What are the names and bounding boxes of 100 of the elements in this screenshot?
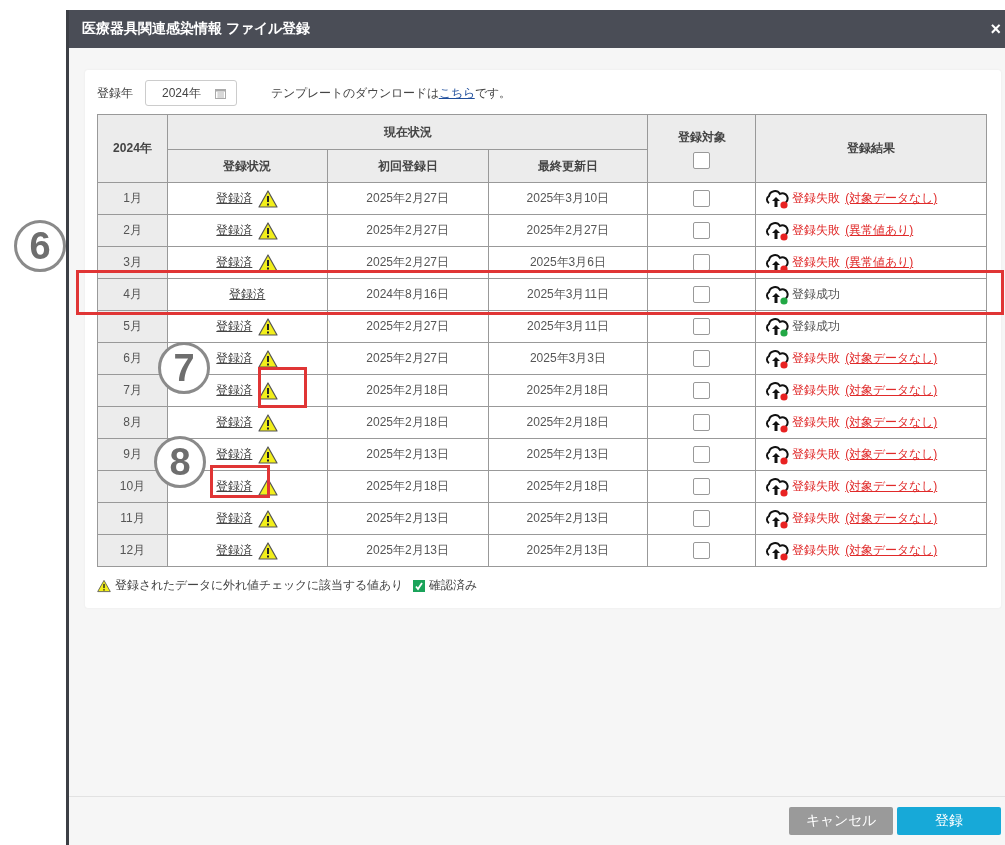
warning-icon bbox=[258, 381, 279, 400]
reason-link[interactable]: (対象データなし) bbox=[845, 414, 938, 431]
row-checkbox[interactable] bbox=[693, 350, 711, 367]
row-checkbox[interactable] bbox=[693, 510, 711, 527]
result-text: 登録失敗 bbox=[792, 350, 841, 367]
close-button[interactable]: × bbox=[988, 18, 1003, 40]
checked-checkbox-icon bbox=[413, 579, 425, 592]
result-text: 登録成功 bbox=[792, 286, 841, 303]
date-cell: 2025年2月27日 bbox=[366, 351, 449, 365]
row-checkbox[interactable] bbox=[693, 542, 711, 559]
row-checkbox[interactable] bbox=[693, 190, 711, 207]
highlight-frame bbox=[210, 465, 270, 498]
warning-icon bbox=[258, 189, 279, 208]
status-link[interactable]: 登録済 bbox=[216, 222, 253, 239]
month-cell: 7月 bbox=[97, 374, 168, 407]
warning-icon bbox=[97, 578, 111, 593]
column-header: 最終更新日 bbox=[488, 149, 648, 183]
column-header: 初回登録日 bbox=[327, 149, 489, 183]
status-link[interactable]: 登録済 bbox=[216, 254, 253, 271]
date-cell: 2025年2月27日 bbox=[366, 255, 449, 269]
warning-icon bbox=[258, 221, 279, 240]
cloud-upload-icon bbox=[764, 412, 791, 433]
date-cell: 2025年2月13日 bbox=[366, 543, 449, 557]
reason-link[interactable]: (対象データなし) bbox=[845, 382, 938, 399]
row-checkbox[interactable] bbox=[693, 286, 711, 303]
date-cell: 2025年2月18日 bbox=[526, 479, 610, 493]
reason-link[interactable]: (対象データなし) bbox=[845, 190, 938, 207]
cloud-upload-icon bbox=[764, 508, 791, 529]
cloud-upload-icon bbox=[764, 476, 791, 497]
date-cell: 2025年2月18日 bbox=[526, 383, 610, 397]
status-link[interactable]: 登録済 bbox=[216, 478, 253, 495]
warning-icon bbox=[258, 317, 279, 336]
reason-link[interactable]: (異常値あり) bbox=[845, 222, 914, 239]
result-text: 登録失敗 bbox=[792, 414, 841, 431]
row-checkbox[interactable] bbox=[693, 446, 711, 463]
reason-link[interactable]: (対象データなし) bbox=[845, 350, 938, 367]
cloud-upload-icon bbox=[764, 316, 791, 337]
result-text: 登録失敗 bbox=[792, 382, 841, 399]
highlight-frame bbox=[258, 367, 307, 408]
date-cell: 2025年2月27日 bbox=[366, 319, 449, 333]
legend-text: 確認済み bbox=[429, 577, 477, 594]
cloud-upload-icon bbox=[764, 444, 791, 465]
result-text: 登録成功 bbox=[792, 318, 841, 335]
select-all-checkbox[interactable] bbox=[693, 151, 711, 169]
status-link[interactable]: 登録済 bbox=[216, 542, 253, 559]
status-link[interactable]: 登録済 bbox=[216, 414, 253, 431]
date-cell: 2025年2月27日 bbox=[526, 223, 610, 237]
month-cell: 2月 bbox=[97, 214, 168, 247]
month-cell: 12月 bbox=[97, 534, 168, 567]
row-checkbox[interactable] bbox=[693, 222, 711, 239]
step-number: 6 bbox=[14, 220, 66, 272]
warning-icon bbox=[258, 253, 279, 272]
reason-link[interactable]: (対象データなし) bbox=[845, 478, 938, 495]
cloud-upload-icon bbox=[764, 220, 791, 241]
row-checkbox[interactable] bbox=[693, 478, 711, 495]
date-cell: 2025年2月13日 bbox=[366, 447, 449, 461]
result-text: 登録失敗 bbox=[792, 510, 841, 527]
row-checkbox[interactable] bbox=[693, 318, 711, 335]
reason-link[interactable]: (対象データなし) bbox=[845, 542, 938, 559]
column-header: 現在状況 bbox=[167, 114, 648, 150]
status-link[interactable]: 登録済 bbox=[216, 318, 253, 335]
date-cell: 2025年3月10日 bbox=[526, 191, 610, 205]
date-cell: 2025年3月11日 bbox=[527, 319, 609, 333]
date-cell: 2025年2月13日 bbox=[526, 511, 610, 525]
warning-icon bbox=[258, 445, 279, 464]
date-cell: 2025年2月27日 bbox=[366, 223, 449, 237]
cloud-upload-icon bbox=[764, 540, 791, 561]
status-link[interactable]: 登録済 bbox=[216, 382, 253, 399]
status-link[interactable]: 登録済 bbox=[216, 510, 253, 527]
date-cell: 2025年2月13日 bbox=[366, 511, 449, 525]
date-cell: 2025年2月18日 bbox=[366, 383, 449, 397]
date-cell: 2024年8月16日 bbox=[366, 287, 449, 301]
column-header: 2024年 bbox=[97, 114, 168, 183]
year-label: 登録年 bbox=[97, 84, 133, 102]
download-link[interactable]: こちら bbox=[438, 85, 475, 100]
reason-link[interactable]: (対象データなし) bbox=[845, 510, 938, 527]
date-cell: 2025年3月3日 bbox=[529, 351, 606, 365]
result-text: 登録失敗 bbox=[792, 222, 841, 239]
cloud-upload-icon bbox=[764, 284, 791, 305]
row-checkbox[interactable] bbox=[693, 382, 711, 399]
status-link[interactable]: 登録済 bbox=[216, 446, 253, 463]
date-cell: 2025年2月27日 bbox=[366, 191, 449, 205]
cloud-upload-icon bbox=[764, 348, 791, 369]
reason-link[interactable]: (対象データなし) bbox=[845, 446, 938, 463]
status-link[interactable]: 登録済 bbox=[229, 286, 266, 303]
warning-icon bbox=[258, 413, 279, 432]
warning-icon bbox=[258, 509, 279, 528]
cloud-upload-icon bbox=[764, 252, 791, 273]
month-cell: 10月 bbox=[97, 470, 168, 503]
row-checkbox[interactable] bbox=[693, 414, 711, 431]
year-field[interactable]: 2024年 bbox=[145, 80, 237, 106]
date-cell: 2025年2月13日 bbox=[526, 447, 610, 461]
status-link[interactable]: 登録済 bbox=[216, 190, 253, 207]
date-cell: 2025年2月18日 bbox=[366, 479, 449, 493]
reason-link[interactable]: (異常値あり) bbox=[845, 254, 914, 271]
status-link[interactable]: 登録済 bbox=[216, 350, 253, 367]
date-cell: 2025年2月18日 bbox=[526, 415, 610, 429]
column-header: 登録状況 bbox=[167, 149, 328, 183]
month-cell: 1月 bbox=[97, 182, 168, 215]
calendar-icon bbox=[214, 87, 226, 99]
